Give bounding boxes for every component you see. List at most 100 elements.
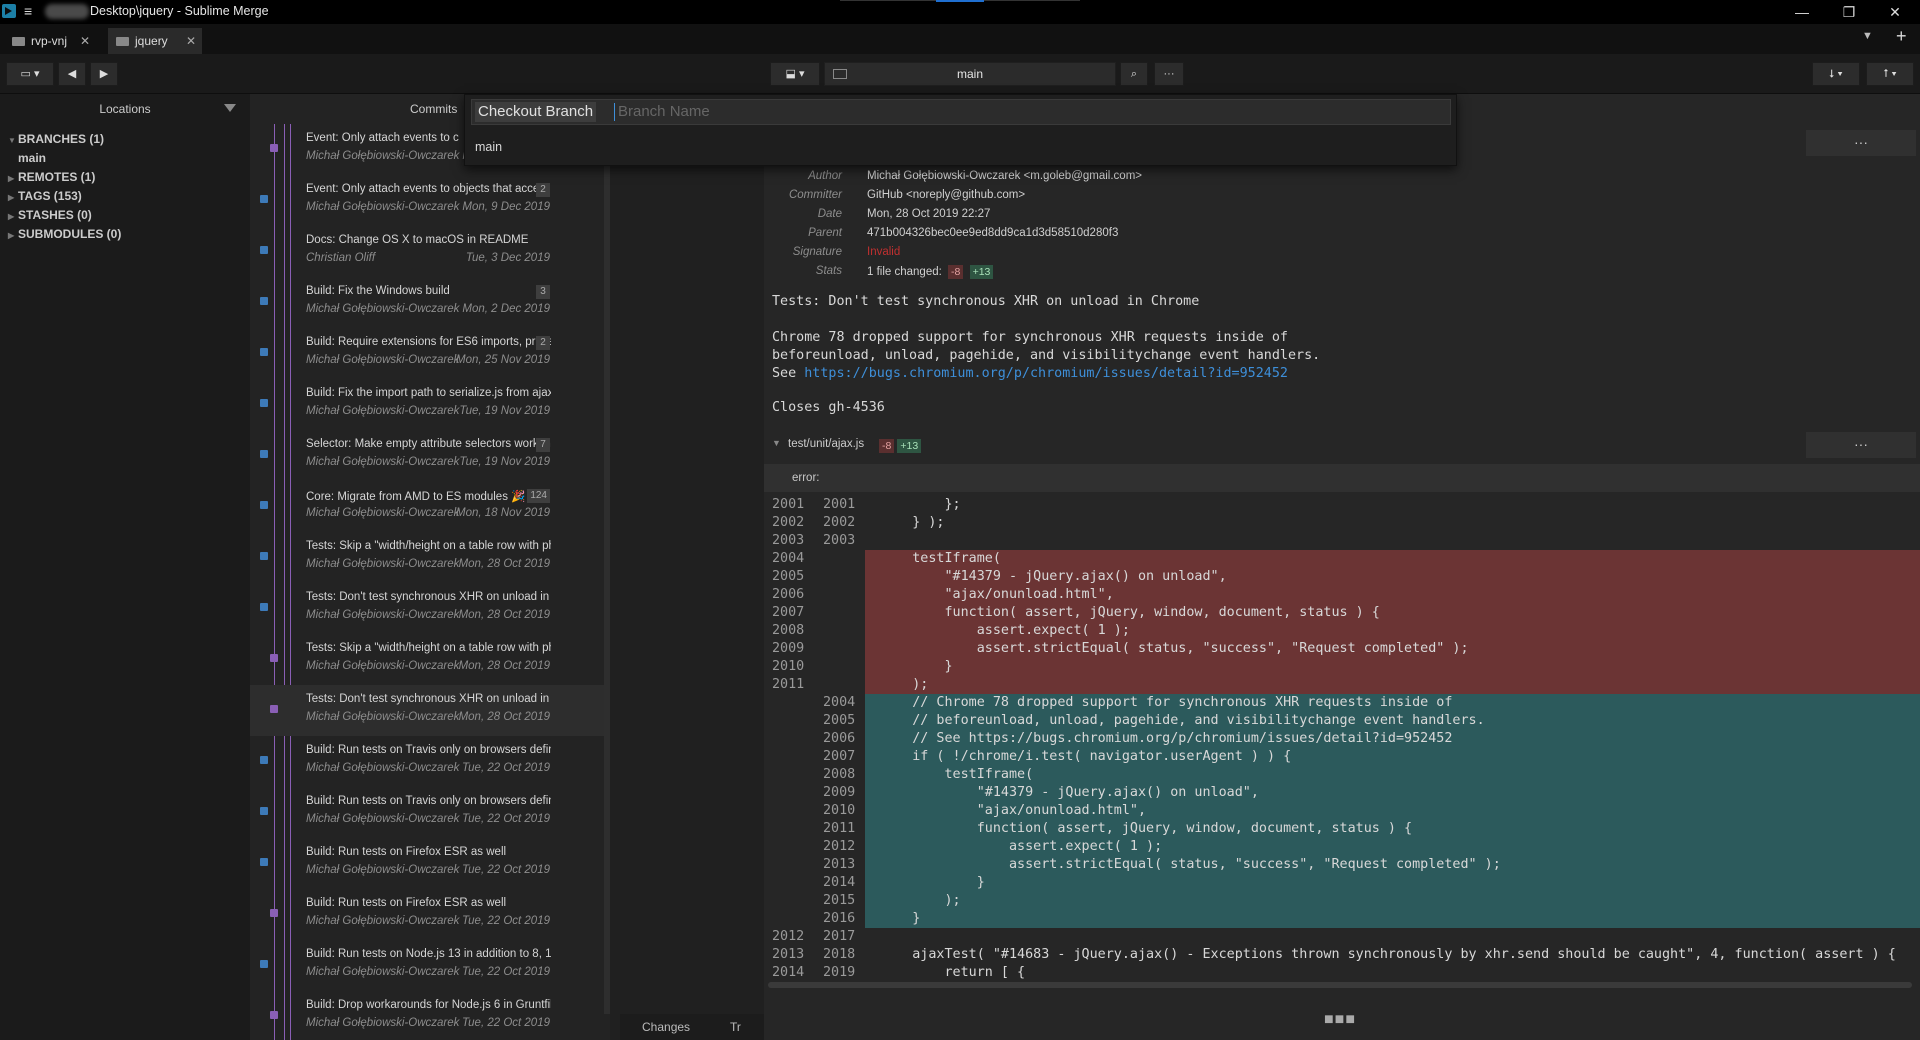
diff-added-line[interactable]: 2008 testIframe( [764, 766, 1920, 784]
tags-section[interactable]: ▶ TAGS (153) [8, 189, 82, 203]
new-tab-icon[interactable]: + [1896, 26, 1907, 47]
branch-name-input[interactable]: Checkout Branch Branch Name [471, 99, 1451, 125]
file-path[interactable]: test/unit/ajax.js [788, 438, 864, 450]
close-window-button[interactable]: ✕ [1875, 2, 1915, 22]
file-diff-header[interactable]: ▼ test/unit/ajax.js -8 +13 ··· [764, 432, 1920, 458]
tab-rvp-vnj[interactable]: rvp-vnj ✕ [6, 28, 96, 54]
commit-row[interactable]: Build: Fix the import path to serialize.… [250, 379, 610, 430]
author-value[interactable]: Michał Gołębiowski-Owczarek <m.goleb@gma… [867, 170, 1142, 182]
diff-view[interactable]: 2001 2001 }; 2002 2002 } ); 2003 2003 2004 tes… [764, 492, 1920, 982]
diff-removed-line[interactable]: 2010 } [764, 658, 1920, 676]
new-line-number: 2009 [823, 785, 856, 800]
parent-hash[interactable]: 471b004326bec0ee9ed8dd9ca1d3d58510d280f3 [867, 227, 1118, 239]
diff-context-line[interactable]: 2012 2017 [764, 928, 1920, 946]
diff-added-line[interactable]: 2004 // Chrome 78 dropped support for sy… [764, 694, 1920, 712]
tab-changes[interactable]: Changes [642, 1020, 690, 1034]
new-line-number: 2017 [823, 929, 856, 944]
committer-value[interactable]: GitHub <noreply@github.com> [867, 189, 1025, 201]
close-tab-icon[interactable]: ✕ [80, 28, 90, 54]
back-button[interactable]: ◀ [58, 62, 86, 86]
remotes-section[interactable]: ▶ REMOTES (1) [8, 170, 95, 184]
commit-row[interactable]: Build: Run tests on Travis only on brows… [250, 787, 610, 838]
maximize-button[interactable]: ❐ [1829, 2, 1869, 22]
commit-body-line: See https://bugs.chromium.org/p/chromium… [772, 366, 1288, 381]
diff-added-line[interactable]: 2011 function( assert, jQuery, window, d… [764, 820, 1920, 838]
diff-removed-line[interactable]: 2005 "#14379 - jQuery.ajax() on unload", [764, 568, 1920, 586]
commit-row[interactable]: Build: Require extensions for ES6 import… [250, 328, 610, 379]
minimize-button[interactable]: — [1782, 2, 1822, 22]
stashes-section[interactable]: ▶ STASHES (0) [8, 208, 92, 222]
commit-row[interactable]: Build: Drop workarounds for Node.js 6 in… [250, 991, 610, 1040]
diff-context-line[interactable]: 2001 2001 }; [764, 496, 1920, 514]
locations-header: Locations [99, 102, 151, 116]
diff-added-line[interactable]: 2015 ); [764, 892, 1920, 910]
diff-added-line[interactable]: 2013 assert.strictEqual( status, "succes… [764, 856, 1920, 874]
commit-row[interactable]: Event: Only attach events to objects tha… [250, 175, 610, 226]
filter-icon[interactable] [224, 104, 236, 112]
commit-row[interactable]: Build: Fix the Windows build 3 Michał Gołę… [250, 277, 610, 328]
diff-context-line[interactable]: 2013 2018 ajaxTest( "#14683 - jQuery.ajax… [764, 946, 1920, 964]
forward-button[interactable]: ▶ [90, 62, 118, 86]
branch-main[interactable]: main [18, 151, 46, 165]
commit-author: Michał Gołębiowski-Owczarek [306, 1017, 460, 1029]
commit-file-count: 2 [536, 183, 550, 197]
diff-removed-line[interactable]: 2007 function( assert, jQuery, window, d… [764, 604, 1920, 622]
new-line-number: 2002 [823, 515, 856, 530]
branches-section[interactable]: ▼ BRANCHES (1) [8, 132, 104, 146]
diff-added-line[interactable]: 2005 // beforeunload, unload, pagehide, … [764, 712, 1920, 730]
diff-horizontal-scrollbar[interactable] [768, 982, 1912, 988]
diff-added-line[interactable]: 2009 "#14379 - jQuery.ajax() on unload", [764, 784, 1920, 802]
tab-jquery[interactable]: jquery ✕ [108, 28, 202, 54]
tab-tree[interactable]: Tr [730, 1020, 741, 1034]
close-tab-icon[interactable]: ✕ [186, 28, 196, 54]
diff-added-line[interactable]: 2016 } [764, 910, 1920, 928]
more-actions-button[interactable]: ··· [1154, 62, 1184, 86]
diff-added-line[interactable]: 2010 "ajax/onunload.html", [764, 802, 1920, 820]
commit-row[interactable]: Tests: Don't test synchronous XHR on unl… [250, 685, 610, 736]
commit-row[interactable]: Tests: Skip a "width/height on a table r… [250, 532, 610, 583]
commit-row[interactable]: Selector: Make empty attribute selectors… [250, 430, 610, 481]
issue-link[interactable]: https://bugs.chromium.org/p/chromium/iss… [804, 366, 1288, 381]
commit-row[interactable]: Build: Run tests on Firefox ESR as well M… [250, 889, 610, 940]
commit-author: Michał Gołębiowski-Owczarek [306, 558, 460, 570]
new-line-number: 2006 [823, 731, 856, 746]
diff-removed-line[interactable]: 2009 assert.strictEqual( status, "succes… [764, 640, 1920, 658]
diff-added-line[interactable]: 2007 if ( !/chrome/i.test( navigator.use… [764, 748, 1920, 766]
hamburger-menu-icon[interactable]: ≡ [24, 3, 32, 19]
commit-row[interactable]: Build: Run tests on Travis only on brows… [250, 736, 610, 787]
commit-row[interactable]: Core: Migrate from AMD to ES modules 🎉 12… [250, 481, 610, 532]
commit-row[interactable]: Tests: Don't test synchronous XHR on unl… [250, 583, 610, 634]
collapse-triangle-icon[interactable]: ▼ [772, 438, 781, 448]
branch-selector[interactable]: main [824, 62, 1116, 86]
commit-more-button[interactable]: ··· [1806, 130, 1916, 156]
file-more-button[interactable]: ··· [1806, 432, 1916, 458]
new-line-number: 2012 [823, 839, 856, 854]
commit-row[interactable]: Docs: Change OS X to macOS in README Chri… [250, 226, 610, 277]
diff-code: testIframe( [880, 551, 1001, 566]
commit-node [260, 399, 268, 407]
commit-row[interactable]: Tests: Skip a "width/height on a table r… [250, 634, 610, 685]
commit-row[interactable]: Build: Run tests on Node.js 13 in additi… [250, 940, 610, 991]
diff-added-line[interactable]: 2012 assert.expect( 1 ); [764, 838, 1920, 856]
diff-removed-line[interactable]: 2006 "ajax/onunload.html", [764, 586, 1920, 604]
pull-button[interactable]: ⭣ ▾ [1812, 62, 1860, 86]
diff-removed-line[interactable]: 2011 ); [764, 676, 1920, 694]
commit-subject: Tests: Don't test synchronous XHR on unl… [772, 294, 1200, 309]
diff-removed-line[interactable]: 2008 assert.expect( 1 ); [764, 622, 1920, 640]
diff-added-line[interactable]: 2006 // See https://bugs.chromium.org/p/… [764, 730, 1920, 748]
tab-list-dropdown-icon[interactable]: ▼ [1862, 30, 1873, 42]
old-line-number: 2001 [772, 497, 805, 512]
search-button[interactable]: ⌕ [1120, 62, 1148, 86]
commit-row[interactable]: Build: Run tests on Firefox ESR as well M… [250, 838, 610, 889]
diff-context-line[interactable]: 2003 2003 [764, 532, 1920, 550]
panel-resize-handle-icon[interactable]: ■■■ [1324, 1011, 1356, 1029]
diff-context-line[interactable]: 2002 2002 } ); [764, 514, 1920, 532]
stash-dropdown-button[interactable]: ⬓ ▾ [770, 62, 820, 86]
push-button[interactable]: ⭡ ▾ [1866, 62, 1914, 86]
diff-added-line[interactable]: 2014 } [764, 874, 1920, 892]
submodules-section[interactable]: ▶ SUBMODULES (0) [8, 227, 121, 241]
layout-toggle-button[interactable]: ▭ ▾ [6, 62, 54, 86]
palette-option-main[interactable]: main [471, 135, 1451, 159]
diff-context-line[interactable]: 2014 2019 return [ { [764, 964, 1920, 982]
diff-removed-line[interactable]: 2004 testIframe( [764, 550, 1920, 568]
